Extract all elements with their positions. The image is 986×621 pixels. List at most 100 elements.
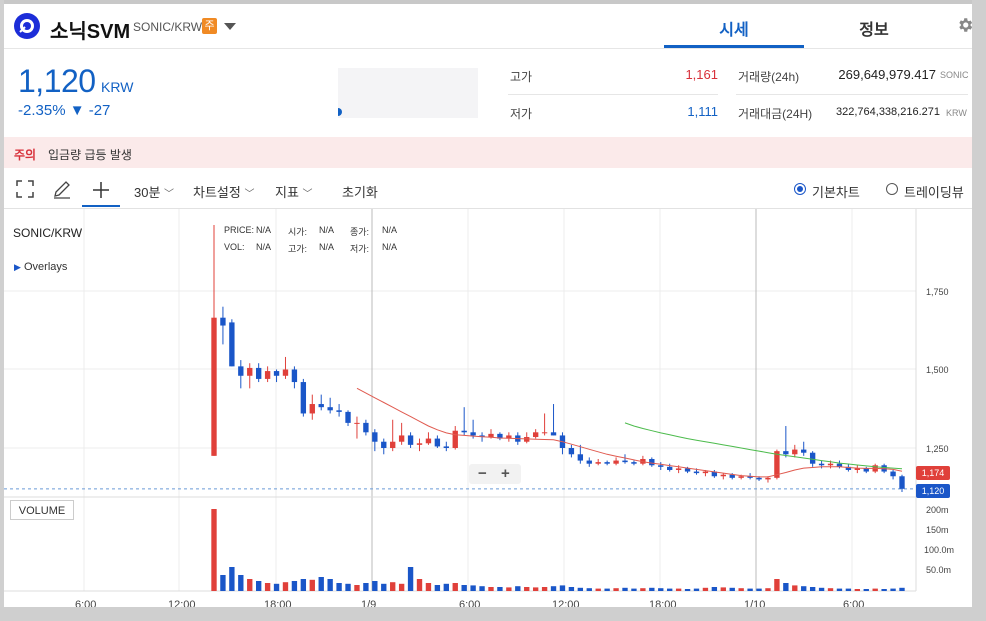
low-label: 저가 bbox=[510, 107, 533, 121]
coin-name: 소닉SVM bbox=[50, 21, 131, 43]
moving-average-short bbox=[356, 387, 903, 478]
volume-bar bbox=[381, 583, 387, 591]
volume-bar bbox=[524, 587, 530, 591]
volume-bar bbox=[595, 588, 601, 591]
volume-bar bbox=[398, 583, 405, 591]
candle-body bbox=[318, 404, 324, 408]
candle-body bbox=[532, 432, 539, 438]
volume-bar bbox=[318, 577, 324, 591]
candle-body bbox=[273, 371, 280, 376]
tradingview-label[interactable]: 트레이딩뷰 bbox=[904, 182, 964, 201]
volume-bar bbox=[452, 583, 458, 591]
volume-bar bbox=[693, 588, 700, 591]
volume-bar bbox=[336, 583, 342, 591]
volume-bar bbox=[836, 588, 843, 591]
candle-body bbox=[327, 407, 333, 411]
volume-bar bbox=[827, 588, 834, 591]
info-low-label: 저가: bbox=[350, 244, 370, 254]
basic-chart-radio[interactable] bbox=[794, 183, 806, 195]
candle-body bbox=[336, 410, 342, 412]
volume-bar bbox=[443, 583, 449, 591]
crosshair-icon[interactable] bbox=[91, 180, 111, 200]
reset-button[interactable]: 초기화 bbox=[342, 182, 378, 201]
tab-market-underline bbox=[664, 45, 804, 48]
coin-select-dropdown-icon[interactable] bbox=[224, 23, 236, 30]
candle-body bbox=[229, 322, 235, 367]
volume-bar bbox=[273, 583, 280, 591]
pen-icon[interactable] bbox=[52, 180, 72, 200]
volume-bar bbox=[407, 567, 414, 591]
candle-body bbox=[264, 371, 271, 379]
volume-value: 269,649,979.417 bbox=[838, 67, 936, 82]
volume-bar bbox=[434, 585, 441, 591]
basic-chart-label[interactable]: 기본차트 bbox=[812, 182, 860, 201]
volume-bar bbox=[229, 567, 235, 591]
fullscreen-icon[interactable] bbox=[16, 180, 34, 198]
chart-settings-label: 차트설정 bbox=[193, 185, 241, 200]
coin-header: 소닉SVM SONIC/KRW 주 시세 정보 bbox=[4, 4, 973, 49]
volume-bar bbox=[416, 579, 423, 591]
interval-select[interactable]: 30분 ﹀ bbox=[134, 182, 174, 201]
volume-bar bbox=[559, 585, 566, 591]
tab-market[interactable]: 시세 bbox=[664, 16, 804, 40]
current-price: 1,120 bbox=[18, 63, 96, 99]
change-amount: ▼ -27 bbox=[69, 102, 111, 119]
candle-body bbox=[890, 471, 896, 477]
volume-bar bbox=[720, 587, 726, 591]
candle-body bbox=[818, 463, 825, 466]
overlays-toggle[interactable]: ▶ Overlays bbox=[14, 261, 67, 273]
volume-bar bbox=[506, 587, 512, 591]
candle-body bbox=[354, 422, 360, 424]
volume-bar bbox=[738, 588, 744, 591]
volume-bar bbox=[792, 585, 798, 591]
candle-body bbox=[247, 367, 253, 376]
volume-bar bbox=[667, 588, 673, 591]
candle-body bbox=[416, 443, 423, 445]
candle-body bbox=[434, 438, 441, 447]
caution-badge: 주 bbox=[202, 18, 217, 34]
chevron-down-icon: ﹀ bbox=[302, 189, 313, 200]
candle-body bbox=[255, 367, 262, 379]
price-change: -2.35% ▼ -27 bbox=[18, 102, 110, 119]
volume-bar bbox=[327, 579, 333, 591]
candle-body bbox=[381, 441, 387, 448]
candle-body bbox=[568, 448, 575, 455]
indicators-select[interactable]: 지표 ﹀ bbox=[275, 182, 313, 201]
volume-bar bbox=[363, 583, 369, 591]
info-close-label: 종가: bbox=[350, 227, 370, 237]
volume-bar bbox=[818, 587, 825, 591]
zoom-out-button[interactable]: − bbox=[478, 465, 487, 482]
volume-bar bbox=[264, 583, 271, 591]
candle-body bbox=[238, 366, 244, 376]
candle-body bbox=[738, 476, 744, 478]
candle-body bbox=[586, 460, 592, 464]
info-close-value: N/A bbox=[382, 225, 398, 235]
volume-bar bbox=[863, 589, 869, 591]
candle-body bbox=[309, 404, 315, 414]
candle-body bbox=[211, 317, 217, 456]
candlestick-chart[interactable] bbox=[4, 209, 972, 607]
volume-axis-tick: 50.0m bbox=[926, 565, 952, 575]
volume-bar bbox=[854, 589, 861, 591]
info-low-value: N/A bbox=[382, 242, 398, 252]
price-chart[interactable]: SONIC/KRW ▶ Overlays PRICE: N/A 시가: N/A … bbox=[4, 209, 972, 611]
tradingview-radio[interactable] bbox=[886, 183, 898, 195]
notice-tag: 주의 bbox=[14, 148, 37, 162]
zoom-in-button[interactable]: + bbox=[501, 465, 510, 482]
candle-body bbox=[693, 471, 700, 474]
volume-bar bbox=[872, 588, 878, 591]
candle-body bbox=[345, 411, 351, 423]
candle-body bbox=[756, 477, 762, 480]
chart-settings-select[interactable]: 차트설정 ﹀ bbox=[193, 182, 254, 201]
zoom-control: − + bbox=[469, 464, 521, 484]
volume-label: 거래량(24h) bbox=[738, 70, 800, 84]
volume-bar bbox=[255, 581, 262, 591]
tab-info[interactable]: 정보 bbox=[804, 16, 944, 40]
volume-bar bbox=[461, 585, 467, 591]
price-axis-tick: 1,250 bbox=[926, 444, 949, 454]
stat-divider bbox=[508, 94, 718, 95]
volume-axis-tick: 200m bbox=[926, 505, 949, 515]
info-high-label: 고가: bbox=[288, 244, 308, 254]
market-pair: SONIC/KRW bbox=[133, 20, 203, 34]
info-vol-label: VOL: bbox=[224, 242, 245, 252]
